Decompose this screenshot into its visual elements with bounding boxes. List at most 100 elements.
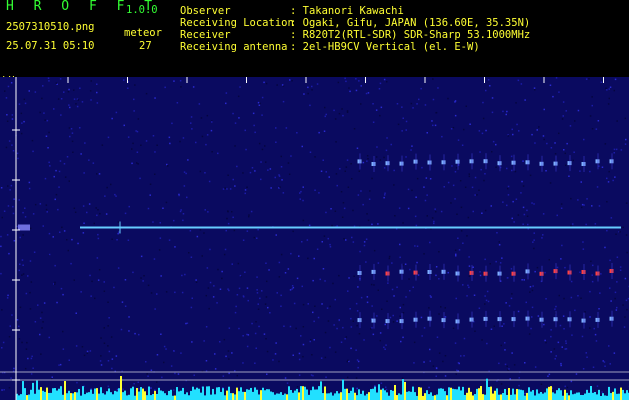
noise-speck (450, 128, 453, 130)
noise-speck (581, 203, 584, 206)
noise-speck (443, 186, 445, 188)
noise-speck (513, 364, 516, 366)
level-bar (408, 391, 410, 400)
noise-speck (147, 375, 149, 377)
noise-speck (47, 77, 50, 79)
level-bar (194, 389, 196, 400)
noise-speck (413, 341, 416, 344)
level-bar (228, 386, 230, 400)
noise-speck (560, 362, 562, 365)
noise-speck (39, 317, 42, 319)
noise-speck (225, 229, 227, 232)
noise-speck (23, 98, 26, 101)
noise-speck (207, 211, 209, 213)
noise-speck (407, 207, 410, 210)
noise-speck (564, 266, 566, 269)
level-bar (162, 391, 164, 400)
noise-speck (522, 160, 524, 162)
noise-speck (29, 308, 32, 310)
noise-speck (244, 189, 247, 191)
noise-speck (228, 372, 230, 375)
noise-speck (616, 306, 618, 309)
level-bar (430, 392, 432, 400)
noise-speck (401, 377, 404, 379)
noise-speck (373, 249, 376, 252)
noise-speck (340, 341, 343, 343)
noise-speck (336, 184, 338, 187)
echo-streak (555, 155, 557, 172)
noise-speck (549, 84, 552, 86)
level-bar (592, 392, 594, 400)
noise-speck (281, 84, 284, 86)
noise-speck (343, 207, 346, 210)
level-bar (158, 387, 160, 400)
noise-speck (221, 270, 223, 273)
level-bar (538, 393, 540, 400)
noise-speck (533, 87, 536, 89)
level-bar (42, 390, 44, 400)
noise-speck (227, 288, 229, 290)
noise-speck (177, 373, 180, 375)
noise-speck (170, 365, 173, 367)
noise-speck (296, 277, 299, 280)
echo-streak (485, 265, 487, 282)
noise-speck (57, 208, 59, 211)
noise-speck (284, 272, 287, 274)
noise-speck (260, 178, 262, 181)
level-bar (474, 394, 476, 400)
noise-speck (307, 86, 309, 89)
noise-speck (442, 360, 444, 363)
level-bar (428, 394, 430, 400)
noise-speck (353, 128, 356, 130)
noise-speck (458, 249, 461, 251)
noise-speck (515, 102, 517, 104)
noise-speck (560, 203, 563, 205)
noise-speck (180, 352, 182, 354)
noise-speck (228, 289, 230, 292)
noise-speck (345, 336, 348, 338)
level-bar (406, 391, 408, 400)
noise-speck (254, 362, 256, 364)
level-bar (440, 388, 442, 400)
level-bar (512, 388, 514, 400)
noise-speck (193, 374, 195, 376)
noise-speck (306, 239, 309, 241)
noise-speck (234, 311, 237, 314)
noise-speck (51, 376, 53, 378)
noise-speck (137, 381, 139, 383)
noise-speck (55, 169, 57, 172)
noise-speck (429, 295, 432, 297)
noise-speck (140, 144, 142, 146)
noise-speck (491, 97, 494, 99)
noise-speck (298, 352, 301, 355)
noise-speck (263, 81, 265, 84)
level-bar (442, 388, 444, 400)
noise-speck (520, 83, 523, 85)
noise-speck (266, 350, 269, 353)
noise-speck (86, 211, 88, 214)
noise-speck (96, 102, 99, 104)
noise-speck (343, 238, 345, 240)
noise-speck (27, 357, 29, 360)
noise-speck (614, 176, 616, 178)
noise-speck (71, 132, 74, 134)
noise-speck (268, 269, 270, 271)
level-bar (394, 385, 396, 400)
echo-streak (415, 264, 417, 281)
noise-speck (334, 298, 336, 301)
noise-speck (350, 317, 352, 320)
noise-speck (82, 232, 85, 234)
noise-speck (521, 180, 523, 183)
noise-speck (459, 180, 462, 182)
noise-speck (554, 308, 556, 310)
noise-speck (556, 266, 559, 269)
noise-speck (584, 311, 586, 313)
echo-streak (401, 263, 403, 280)
level-bar (620, 387, 622, 400)
level-bar (380, 389, 382, 400)
noise-speck (182, 219, 184, 222)
noise-speck (441, 135, 443, 138)
noise-speck (96, 91, 98, 94)
level-bar (376, 392, 378, 400)
noise-speck (521, 279, 523, 281)
